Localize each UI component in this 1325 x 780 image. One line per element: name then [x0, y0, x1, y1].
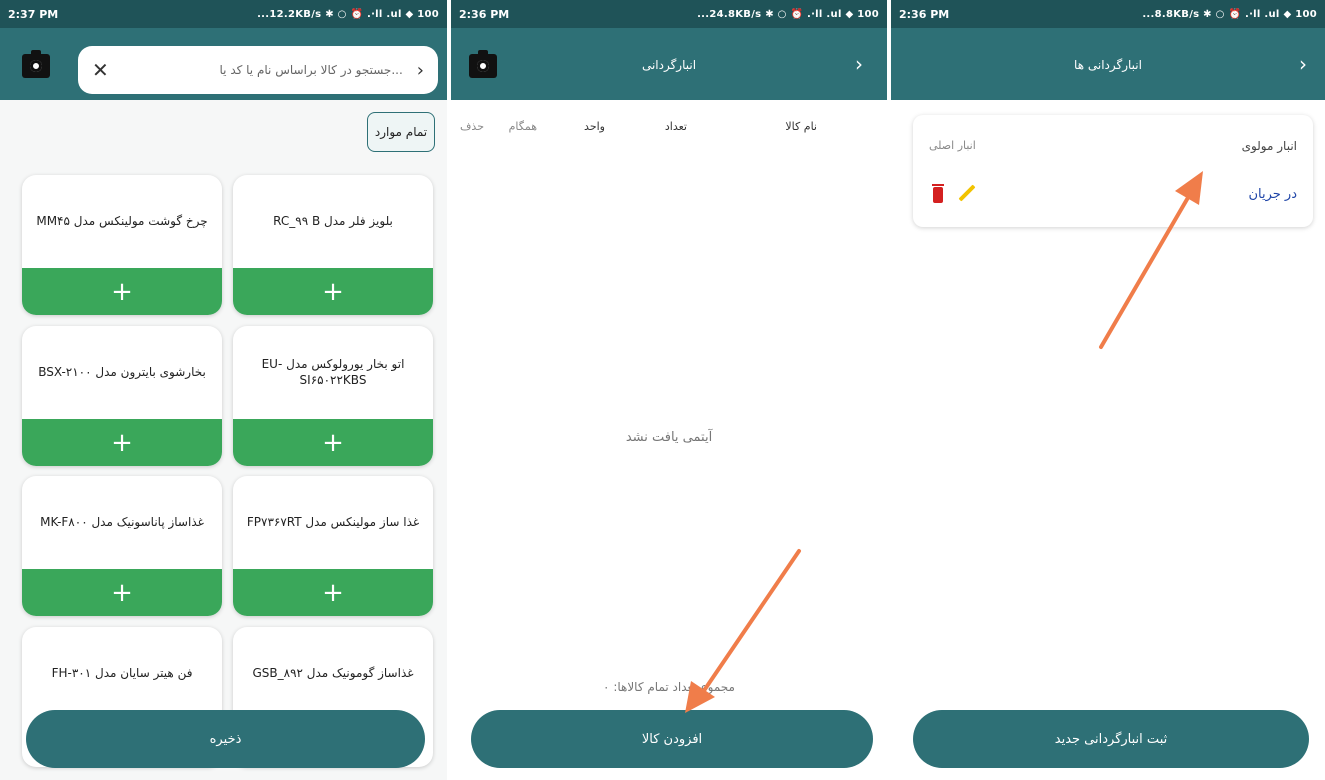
product-card[interactable]: غذا ساز مولینکس مدل FP۷۳۶۷RT + — [233, 476, 433, 616]
trash-icon[interactable] — [932, 184, 944, 203]
add-product-button[interactable]: + — [233, 268, 433, 315]
product-name: بخارشوی بایترون مدل BSX-۲۱۰۰ — [38, 364, 206, 379]
page-title: انبارگردانی ها — [1074, 58, 1142, 72]
new-inventory-button[interactable]: ثبت انبارگردانی جدید — [913, 710, 1309, 768]
status-indicators: ...24.8KB/s ✱ ○ ⏰ .∙ll .ul ◆ 100 — [697, 8, 879, 20]
status-badge[interactable]: در جریان — [1248, 187, 1297, 202]
status-indicators: ...12.2KB/s ✱ ○ ⏰ .∙ll .ul ◆ 100 — [257, 8, 439, 20]
inventory-count-screen: 2:36 PM ...24.8KB/s ✱ ○ ⏰ .∙ll .ul ◆ 100… — [451, 0, 887, 780]
product-card[interactable]: چرخ گوشت مولینکس مدل MM۴۵ + — [22, 175, 222, 315]
status-bar: 2:36 PM ...24.8KB/s ✱ ○ ⏰ .∙ll .ul ◆ 100 — [451, 0, 887, 28]
product-card[interactable]: بلویز فلر مدل RC_۹۹ B + — [233, 175, 433, 315]
add-product-button[interactable]: + — [22, 569, 222, 616]
product-card[interactable]: غذاساز پاناسونیک مدل MK-F۸۰۰ + — [22, 476, 222, 616]
add-product-button[interactable]: + — [22, 268, 222, 315]
chevron-right-icon[interactable]: › — [417, 60, 424, 81]
pencil-icon[interactable] — [958, 184, 976, 202]
page-title: انبارگردانی — [641, 58, 697, 72]
warehouse-type: انبار اصلی — [929, 139, 976, 152]
column-header-name: نام کالا — [785, 120, 817, 133]
add-product-button[interactable]: افزودن کالا — [471, 710, 873, 768]
status-bar: 2:36 PM ...8.8KB/s ✱ ○ ⏰ .∙ll .ul ◆ 100 — [891, 0, 1325, 28]
product-name: غذاساز گومونیک مدل GSB_۸۹۲ — [252, 665, 414, 680]
save-button[interactable]: ذخیره — [26, 710, 425, 768]
chevron-right-icon[interactable]: › — [1299, 52, 1307, 76]
close-icon[interactable]: ✕ — [92, 58, 109, 82]
column-header-delete: حذف — [460, 120, 484, 133]
product-card[interactable]: اتو بخار یورولوکس مدل EU-SI۶۵۰۲۲KBS + — [233, 326, 433, 466]
column-header-sync: همگام — [508, 120, 537, 133]
add-product-button[interactable]: + — [233, 569, 433, 616]
chevron-right-icon[interactable]: › — [855, 52, 863, 76]
product-picker-screen: 2:37 PM ...12.2KB/s ✱ ○ ⏰ .∙ll .ul ◆ 100… — [0, 0, 447, 780]
product-name: غذاساز پاناسونیک مدل MK-F۸۰۰ — [40, 514, 204, 529]
column-header-unit: واحد — [584, 120, 605, 133]
camera-icon[interactable] — [22, 50, 50, 78]
inventory-list-screen: 2:36 PM ...8.8KB/s ✱ ○ ⏰ .∙ll .ul ◆ 100 … — [891, 0, 1325, 780]
filter-chip-all[interactable]: تمام موارد — [367, 112, 435, 152]
product-name: چرخ گوشت مولینکس مدل MM۴۵ — [36, 213, 208, 228]
column-header-qty: تعداد — [664, 120, 687, 133]
status-time: 2:37 PM — [8, 7, 59, 21]
product-name: غذا ساز مولینکس مدل FP۷۳۶۷RT — [246, 514, 420, 529]
product-name: اتو بخار یورولوکس مدل EU-SI۶۵۰۲۲KBS — [261, 356, 405, 387]
status-time: 2:36 PM — [899, 7, 950, 21]
warehouse-name: انبار مولوی — [1241, 139, 1297, 153]
annotation-arrow — [1099, 171, 1203, 349]
status-indicators: ...8.8KB/s ✱ ○ ⏰ .∙ll .ul ◆ 100 — [1142, 8, 1317, 20]
table-header: نام کالا تعداد واحد همگام حذف — [451, 120, 887, 144]
empty-state-text: آیتمی یافت نشد — [625, 430, 713, 445]
add-product-button[interactable]: + — [233, 419, 433, 466]
search-placeholder[interactable]: ...جستجو در کالا براساس نام یا کد یا — [123, 63, 403, 77]
status-time: 2:36 PM — [459, 7, 510, 21]
search-box[interactable]: ✕ ...جستجو در کالا براساس نام یا کد یا › — [78, 46, 438, 94]
product-name: بلویز فلر مدل RC_۹۹ B — [273, 213, 393, 228]
add-product-button[interactable]: + — [22, 419, 222, 466]
product-card[interactable]: بخارشوی بایترون مدل BSX-۲۱۰۰ + — [22, 326, 222, 466]
status-bar: 2:37 PM ...12.2KB/s ✱ ○ ⏰ .∙ll .ul ◆ 100 — [0, 0, 447, 28]
total-count-text: مجموع تعداد تمام کالاها: ۰ — [603, 680, 735, 694]
annotation-arrow — [685, 549, 801, 713]
product-name: فن هیتر سایان مدل FH-۳۰۱ — [51, 665, 193, 680]
